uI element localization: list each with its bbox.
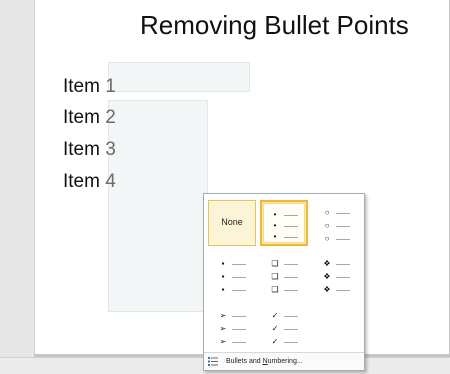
checkmark-bullet-icon: ✓ [271, 311, 279, 320]
hollow-square-bullet-icon: ❑ [271, 285, 279, 294]
small-dot-bullet-icon: • [273, 232, 277, 241]
bullet-preview-row: ❖ [312, 285, 360, 295]
text-line [283, 341, 298, 343]
text-line [335, 238, 350, 240]
arrow-bullet-icon: ➢ [219, 311, 227, 320]
bullet-preview-row: ▪ [208, 259, 256, 269]
list-item[interactable]: Item 3 [63, 139, 116, 161]
text-line [335, 276, 350, 278]
bullet-preview-row: ➢ [208, 324, 256, 334]
text-line [231, 289, 246, 291]
list-item[interactable]: Item 4 [63, 171, 116, 193]
text-line [335, 225, 350, 227]
text-line [283, 276, 298, 278]
bullet-preview-row: ✓ [260, 311, 308, 321]
bullet-option-filled-square[interactable]: ▪ ▪ ▪ [208, 252, 256, 298]
arrow-bullet-icon: ➢ [219, 324, 227, 333]
bullet-preview-row: ○ [312, 234, 360, 244]
hollow-circle-bullet-icon: ○ [324, 221, 330, 230]
bullet-option-none[interactable]: None [208, 200, 256, 246]
bullets-numbering-icon [204, 353, 222, 370]
bullet-preview-row: ❑ [260, 285, 308, 295]
window-edge [0, 0, 8, 356]
filled-square-bullet-icon: ▪ [221, 285, 225, 294]
filled-square-bullet-icon: ▪ [221, 272, 225, 281]
hollow-square-bullet-icon: ❑ [271, 272, 279, 281]
bullets-and-numbering-label: Bullets and Numbering... [226, 358, 303, 365]
text-line [231, 328, 246, 330]
text-line [335, 212, 350, 214]
bullet-option-diamond-star[interactable]: ❖ ❖ ❖ [312, 252, 360, 298]
list-item[interactable]: Item 1 [63, 76, 116, 98]
bullet-preview-row: ❑ [260, 259, 308, 269]
text-line [283, 328, 298, 330]
bullet-option-checkmark[interactable]: ✓ ✓ ✓ [260, 304, 308, 350]
hollow-square-bullet-icon: ❑ [271, 259, 279, 268]
bullet-preview-row: ❑ [260, 272, 308, 282]
text-line [231, 315, 246, 317]
diamond-star-bullet-icon: ❖ [323, 259, 331, 268]
filled-square-bullet-icon: ▪ [221, 259, 225, 268]
text-line [335, 289, 350, 291]
text-line [283, 236, 298, 238]
bullet-preview-row: ✓ [260, 337, 308, 347]
bullet-preview-row: ❖ [312, 272, 360, 282]
bullet-option-hollow-square[interactable]: ❑ ❑ ❑ [260, 252, 308, 298]
bullets-and-numbering-menu-item[interactable]: Bullets and Numbering... [204, 353, 364, 370]
small-dot-bullet-icon: • [273, 210, 277, 219]
text-line [283, 225, 298, 227]
bullet-preview-row: ✓ [260, 324, 308, 334]
hollow-circle-bullet-icon: ○ [324, 234, 330, 243]
bullet-option-arrow[interactable]: ➢ ➢ ➢ [208, 304, 256, 350]
text-line [283, 214, 298, 216]
text-line [283, 263, 298, 265]
text-line [335, 263, 350, 265]
bullet-option-hollow-circle[interactable]: ○ ○ ○ [312, 200, 360, 246]
list-item-number: 3 [105, 139, 116, 160]
bullet-preview-row: ○ [312, 208, 360, 218]
bullet-preview-row: ➢ [208, 311, 256, 321]
none-label: None [221, 217, 243, 227]
checkmark-bullet-icon: ✓ [271, 337, 279, 346]
diamond-star-bullet-icon: ❖ [323, 285, 331, 294]
bullet-library-dropdown: None • • • ○ ○ ○ ▪ ▪ ▪ ❑ ❑ ❑ ❖ ❖ ❖ ➢ ➢ ➢… [203, 193, 365, 371]
hollow-circle-bullet-icon: ○ [324, 208, 330, 217]
arrow-bullet-icon: ➢ [219, 337, 227, 346]
list-item-word: Item [63, 107, 100, 128]
list-item-number: 1 [105, 76, 116, 97]
slide-title[interactable]: Removing Bullet Points [140, 10, 440, 41]
text-line [283, 315, 298, 317]
diamond-star-bullet-icon: ❖ [323, 272, 331, 281]
text-line [283, 289, 298, 291]
list-item-number: 2 [105, 107, 116, 128]
bullet-preview-row: ▪ [208, 285, 256, 295]
bullet-preview-row: • [262, 232, 306, 242]
selection-highlight-body [108, 100, 208, 312]
list-item-word: Item [63, 171, 100, 192]
text-line [231, 341, 246, 343]
bullet-preview-row: ▪ [208, 272, 256, 282]
bullet-preview-row: • [262, 210, 306, 220]
list-item-word: Item [63, 139, 100, 160]
bullet-preview-row: ○ [312, 221, 360, 231]
list-item-number: 4 [105, 171, 116, 192]
checkmark-bullet-icon: ✓ [271, 324, 279, 333]
selection-highlight-top [108, 62, 250, 92]
list-item-word: Item [63, 76, 100, 97]
bullet-preview-row: ❖ [312, 259, 360, 269]
bullet-option-small-dot[interactable]: • • • [260, 200, 308, 246]
small-dot-bullet-icon: • [273, 221, 277, 230]
list-item[interactable]: Item 2 [63, 107, 116, 129]
bullet-preview-row: ➢ [208, 337, 256, 347]
text-line [231, 263, 246, 265]
bullet-preview-row: • [262, 221, 306, 231]
text-line [231, 276, 246, 278]
